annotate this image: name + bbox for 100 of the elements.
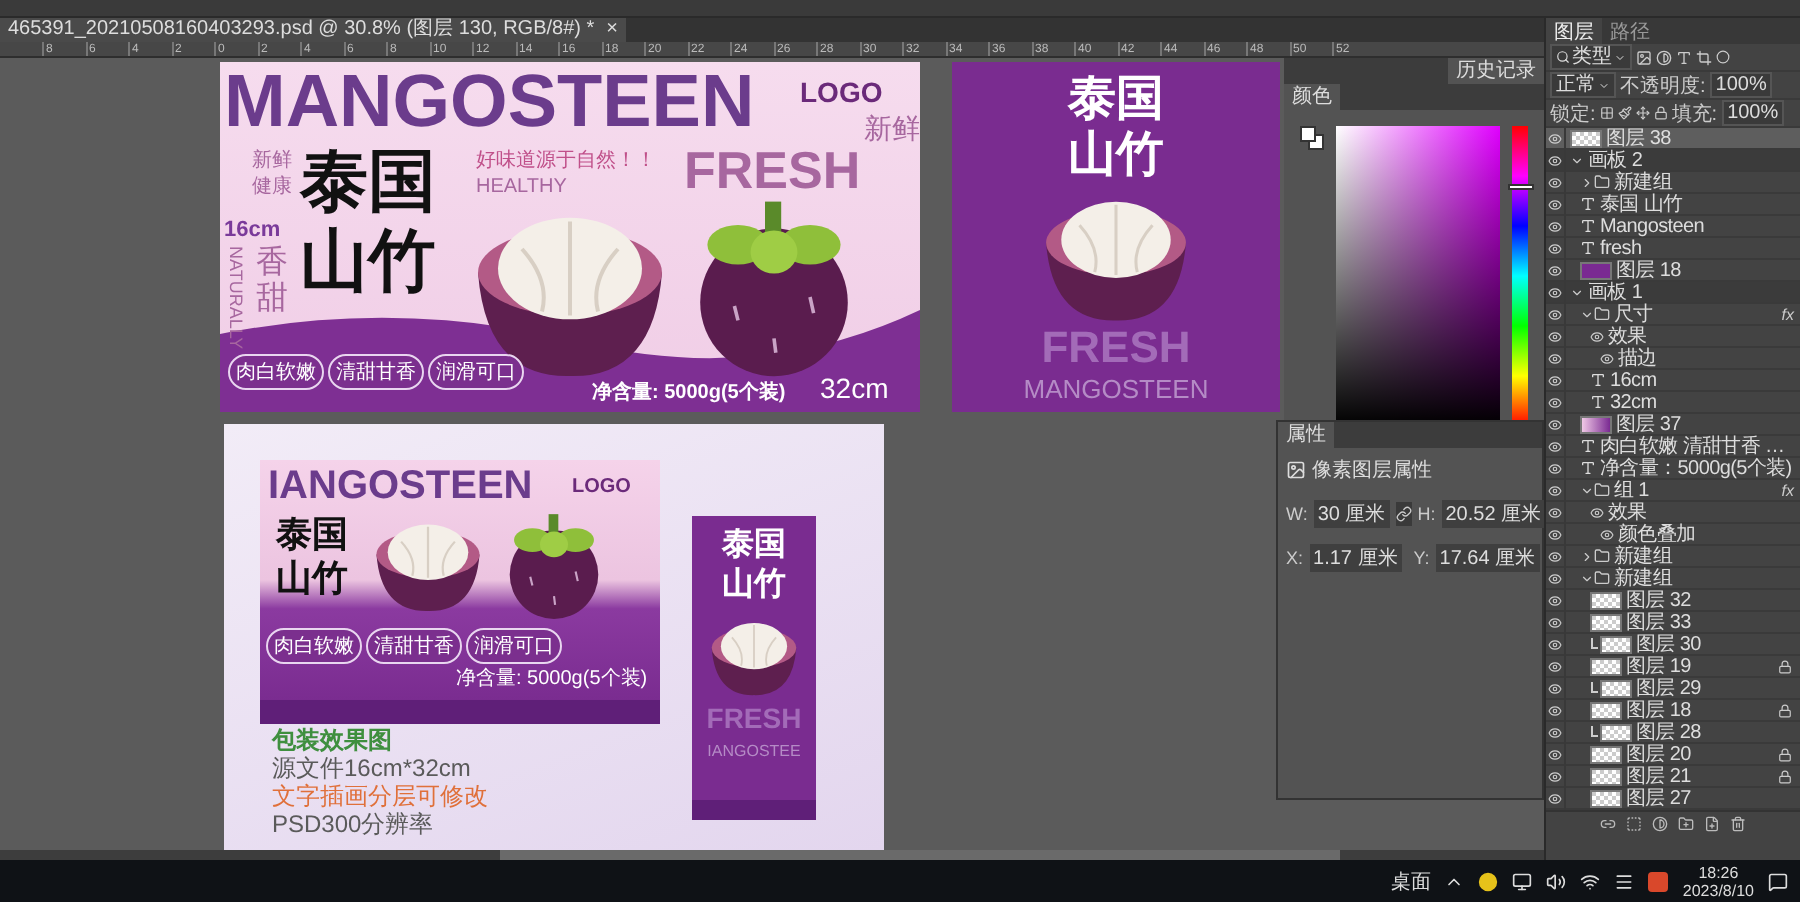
layer-row[interactable]: 图层 18	[1546, 260, 1800, 282]
layer-row[interactable]: Mangosteen	[1546, 216, 1800, 238]
blend-mode-dropdown[interactable]: 正常	[1550, 72, 1616, 98]
link-layers-icon[interactable]	[1600, 816, 1616, 832]
lock-all-icon[interactable]	[1653, 106, 1668, 120]
visibility-eye-icon[interactable]	[1548, 351, 1562, 365]
network-icon[interactable]	[1580, 871, 1601, 891]
layer-row[interactable]: 描边	[1546, 348, 1800, 370]
layer-row[interactable]: fresh	[1546, 238, 1800, 260]
layer-row[interactable]: 32cm	[1546, 392, 1800, 414]
layer-row[interactable]: 效果	[1546, 502, 1800, 524]
fill-field[interactable]: 100%	[1721, 100, 1785, 126]
layer-row[interactable]: 图层 33	[1546, 612, 1800, 634]
notifications-icon[interactable]	[1768, 871, 1788, 891]
layer-row[interactable]: 画板 2	[1546, 150, 1800, 172]
delete-icon[interactable]	[1730, 816, 1746, 832]
effect-visibility-icon[interactable]	[1590, 329, 1604, 343]
dimension-field[interactable]: 1.17 厘米	[1309, 544, 1402, 572]
opacity-field[interactable]: 100%	[1709, 72, 1773, 98]
layer-row[interactable]: 画板 1	[1546, 282, 1800, 304]
layer-row[interactable]: 图层 20	[1546, 744, 1800, 766]
layer-row[interactable]: 图层 38	[1546, 128, 1800, 150]
effect-visibility-icon[interactable]	[1600, 527, 1614, 541]
visibility-eye-icon[interactable]	[1548, 285, 1562, 299]
link-button[interactable]	[1395, 502, 1412, 526]
expand-chevron-icon[interactable]	[1580, 175, 1594, 189]
visibility-eye-icon[interactable]	[1548, 373, 1562, 387]
visibility-eye-icon[interactable]	[1548, 615, 1562, 629]
layer-row[interactable]: 新建组	[1546, 172, 1800, 194]
visibility-eye-icon[interactable]	[1548, 175, 1562, 189]
layer-row[interactable]: 图层 21	[1546, 766, 1800, 788]
collapse-chevron-icon[interactable]	[1580, 571, 1594, 585]
text-filter-icon[interactable]	[1676, 49, 1692, 65]
visibility-eye-icon[interactable]	[1548, 681, 1562, 695]
tray-app-icon[interactable]	[1478, 871, 1499, 891]
layer-row[interactable]: 肉白软嫩 清甜甘香 …	[1546, 436, 1800, 458]
visibility-eye-icon[interactable]	[1548, 461, 1562, 475]
visibility-eye-icon[interactable]	[1548, 593, 1562, 607]
layer-row[interactable]: 图层 32	[1546, 590, 1800, 612]
visibility-eye-icon[interactable]	[1548, 527, 1562, 541]
visibility-eye-icon[interactable]	[1548, 307, 1562, 321]
new-layer-icon[interactable]	[1704, 816, 1720, 832]
collapse-chevron-icon[interactable]	[1570, 285, 1584, 299]
layer-row[interactable]: 图层 28	[1546, 722, 1800, 744]
visibility-eye-icon[interactable]	[1548, 725, 1562, 739]
color-field[interactable]	[1336, 126, 1500, 426]
dimension-field[interactable]: 17.64 厘米	[1435, 544, 1540, 572]
visibility-eye-icon[interactable]	[1548, 703, 1562, 717]
color-tab[interactable]: 颜色	[1284, 84, 1340, 110]
history-tab[interactable]: 历史记录	[1448, 58, 1544, 84]
visibility-eye-icon[interactable]	[1548, 549, 1562, 563]
close-tab-button[interactable]: ×	[606, 18, 618, 42]
visibility-eye-icon[interactable]	[1548, 219, 1562, 233]
adjustment-layer-icon[interactable]	[1652, 816, 1668, 832]
visibility-eye-icon[interactable]	[1548, 395, 1562, 409]
visibility-eye-icon[interactable]	[1548, 571, 1562, 585]
scrollbar-thumb[interactable]	[500, 850, 1340, 860]
layer-row[interactable]: 新建组	[1546, 568, 1800, 590]
layer-row[interactable]: 尺寸 fx	[1546, 304, 1800, 326]
panel-tab[interactable]: 图层	[1546, 18, 1602, 44]
layer-row[interactable]: 泰国 山竹	[1546, 194, 1800, 216]
visibility-eye-icon[interactable]	[1548, 263, 1562, 277]
visibility-eye-icon[interactable]	[1548, 131, 1562, 145]
lock-brush-icon[interactable]	[1617, 106, 1632, 120]
layer-row[interactable]: 图层 27	[1546, 788, 1800, 810]
visibility-eye-icon[interactable]	[1548, 769, 1562, 783]
visibility-eye-icon[interactable]	[1548, 153, 1562, 167]
layer-row[interactable]: 新建组	[1546, 546, 1800, 568]
collapse-chevron-icon[interactable]	[1580, 307, 1594, 321]
clock[interactable]: 18:26 2023/8/10	[1682, 863, 1754, 899]
effect-visibility-icon[interactable]	[1600, 351, 1614, 365]
visibility-eye-icon[interactable]	[1548, 483, 1562, 497]
layer-row[interactable]: 组 1 fx	[1546, 480, 1800, 502]
new-group-icon[interactable]	[1678, 816, 1694, 832]
lock-pixels-icon[interactable]	[1599, 106, 1614, 120]
layer-row[interactable]: 图层 37	[1546, 414, 1800, 436]
adjustment-filter-icon[interactable]	[1656, 49, 1672, 65]
layer-row[interactable]: 图层 29	[1546, 678, 1800, 700]
panel-tab[interactable]: 路径	[1602, 18, 1658, 44]
visibility-eye-icon[interactable]	[1548, 241, 1562, 255]
collapse-chevron-icon[interactable]	[1580, 483, 1594, 497]
lock-position-icon[interactable]	[1635, 106, 1650, 120]
layer-row[interactable]: 效果	[1546, 326, 1800, 348]
visibility-eye-icon[interactable]	[1548, 439, 1562, 453]
hue-slider-thumb[interactable]	[1507, 184, 1534, 190]
layer-row[interactable]: 净含量：5000g(5个装)	[1546, 458, 1800, 480]
visibility-eye-icon[interactable]	[1548, 637, 1562, 651]
dimension-field[interactable]: 20.52 厘米	[1441, 500, 1544, 528]
desktop-label[interactable]: 桌面	[1390, 867, 1431, 895]
visibility-eye-icon[interactable]	[1548, 417, 1562, 431]
properties-tab[interactable]: 属性	[1278, 422, 1334, 448]
visibility-eye-icon[interactable]	[1548, 505, 1562, 519]
color-swatches-icon[interactable]	[1300, 126, 1324, 150]
layer-row[interactable]: 图层 18	[1546, 700, 1800, 722]
filter-dropdown[interactable]: 类型	[1550, 44, 1632, 70]
visibility-eye-icon[interactable]	[1548, 329, 1562, 343]
visibility-eye-icon[interactable]	[1548, 747, 1562, 761]
document-tab[interactable]: 465391_20210508160403293.psd @ 30.8% (图层 130, RGB/8#) * ×	[0, 18, 626, 42]
app-icon[interactable]	[1648, 871, 1669, 891]
dimension-field[interactable]: 30 厘米	[1313, 500, 1390, 528]
